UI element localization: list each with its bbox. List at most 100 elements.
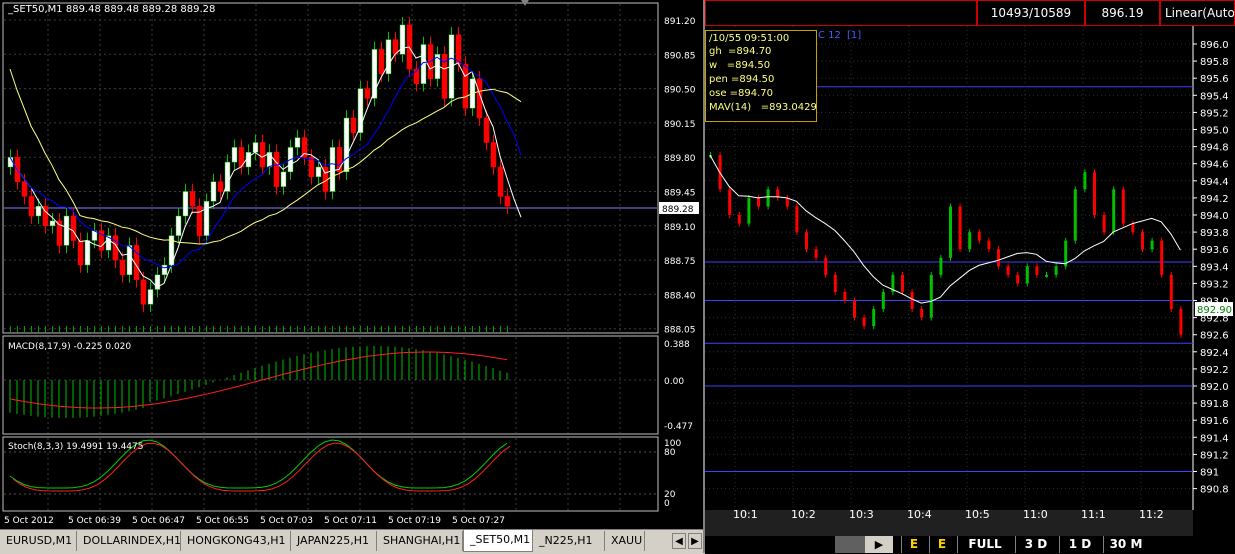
price-tick-label: 890.50 [664,86,696,96]
time-axis-label: 5 Oct 07:19 [388,516,441,526]
tick-candle-body [805,232,808,250]
tick-candle-body [987,240,991,250]
candle-body [273,152,280,187]
tick-candle-body [737,215,741,224]
price-tick-label: 893.8 [1200,228,1229,239]
chart-tab[interactable]: _N225,H1 [533,531,605,551]
timeframe-button[interactable]: 1 D [1059,536,1100,553]
price-tick-label: 891.6 [1200,416,1229,427]
timeframe-button[interactable]: E [901,536,926,553]
candle-body [210,181,217,202]
info-line: pen =894.50 [709,74,775,85]
price-tick-label: 895.6 [1200,74,1229,85]
time-axis-label: 11:0 [1023,508,1048,521]
price-tick-label: 894.0 [1200,211,1229,222]
price-tick-label: 894.4 [1200,177,1229,188]
tick-candle-body [872,309,876,327]
price-tick-label: 892.6 [1200,331,1229,342]
tick-candle-body [997,249,1000,267]
tick-candle-body [1025,266,1029,284]
chart-tab[interactable]: HONGKONG43,H1 [181,531,291,551]
price-tick-label: 894.6 [1200,160,1229,171]
candle-body [21,181,28,197]
chart-tab[interactable]: EURUSD,M1 [0,531,77,551]
macd-label: MACD(8,17,9) -0.225 0.020 [8,342,131,352]
tick-candle-body [843,291,847,301]
candle-body [182,191,189,217]
chart-tab[interactable]: JAPAN225,H1 [291,531,377,551]
tick-candle-body [853,300,856,318]
stoch-label: Stoch(8,3,3) 19.4991 19.4475 [8,442,143,452]
time-axis-band [705,510,1193,536]
set50-chart-canvas[interactable]: _SET50,M1 889.48 889.48 889.28 889.28 MA… [0,0,705,529]
candle-body [126,245,133,276]
candle-body [84,240,91,266]
ratio-readout: 10493/10589 [977,0,1085,26]
tick-candle-body [766,189,770,207]
tick-candle-body [1073,189,1077,241]
candle-body [28,196,35,217]
price-readout: 896.19 [1085,0,1160,26]
tick-candle-body [862,317,866,327]
price-tick-label: 891.2 [1200,450,1229,461]
price-tick-label: 895.0 [1200,126,1229,137]
info-line: w =894.50 [709,60,771,71]
tab-scroll-left-icon[interactable]: ◀ [672,533,686,549]
tick-candle-body [1160,240,1164,275]
tick-candle-body [929,274,933,318]
tick-candle-body [1006,266,1010,275]
macd-tick-label: 0.00 [664,377,684,387]
chart-tab[interactable]: SHANGHAI,H1 [377,531,463,551]
tab-scroll-right-icon[interactable]: ▶ [688,533,702,549]
chart-tab[interactable]: XAUU [605,531,645,551]
time-axis-label: 5 Oct 06:55 [196,516,249,526]
candle-body [497,166,504,197]
info-bracket: [1] [847,30,862,41]
tick-candle-body [785,197,789,207]
price-tick-label: 888.75 [664,257,696,267]
timeframe-button[interactable]: FULL [957,536,1012,553]
tick-candle-body [1045,274,1048,277]
tick-candle-body [814,249,818,258]
candle-body [217,181,224,192]
time-axis-label: 5 Oct 2012 [4,516,54,526]
candle-body [385,39,392,75]
play-icon[interactable]: ▶ [865,536,893,553]
tick-candle-body [977,232,981,241]
time-axis-label: 5 Oct 07:27 [452,516,505,526]
chart-tab[interactable]: _SET50,M1 [463,530,533,552]
timeframe-button[interactable]: E [929,536,954,553]
candle-body [119,259,126,276]
right-chart-window: 10493/10589 896.19 Linear(Auto 896.0 895.… [705,0,1235,553]
time-axis-label: 11:2 [1139,508,1164,521]
candle-body [231,147,238,163]
scale-mode-select[interactable]: Linear(Auto [1160,0,1235,26]
timeframe-button[interactable]: 30 M [1103,536,1148,553]
time-axis-label: 10:2 [791,508,816,521]
tick-candle-body [1102,215,1106,233]
price-tick-label: 895.2 [1200,108,1229,119]
price-tick-label: 889.80 [664,154,696,164]
tick-candle-body [728,189,732,215]
bottom-toolbar: ▶ E E FULL 3 D1 D 30 M [705,536,1235,553]
tick-candle-body [920,309,924,318]
candle-body [294,137,301,148]
price-tick-label: 890.8 [1200,485,1229,496]
macd-tick-label: 0.388 [664,340,690,350]
price-tick-label: 894.8 [1200,143,1229,154]
timeframe-button[interactable]: 3 D [1015,536,1056,553]
tick-candle-body [881,291,885,310]
info-line: gh =894.70 [709,46,772,57]
candle-body [490,142,497,168]
candle-body [259,142,266,168]
tick-candle-body [939,257,943,275]
chart-tab[interactable]: DOLLARINDEX,H1 [77,531,181,551]
price-tick-label: 890.85 [664,51,696,61]
tick-candle-body [1169,274,1173,310]
price-tick-label: 889.10 [664,223,696,233]
price-tick-label: 892.0 [1200,382,1229,393]
current-price-label: 889.28 [662,205,694,215]
price-tick-label: 892.4 [1200,348,1229,359]
candle-body [63,215,70,246]
chart-header: _SET50,M1 889.48 889.48 889.28 889.28 [7,4,215,15]
